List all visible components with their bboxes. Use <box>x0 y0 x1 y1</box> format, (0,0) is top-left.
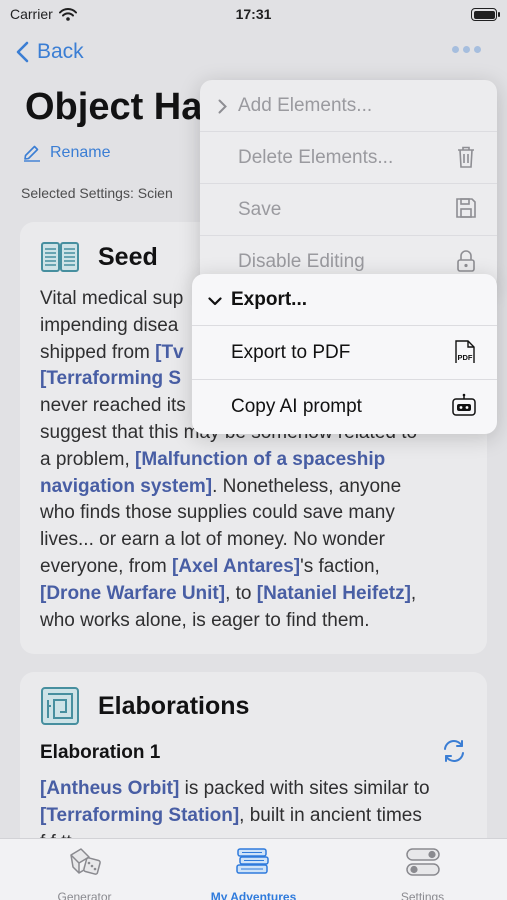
save-icon <box>456 198 476 218</box>
tab-generator[interactable]: Generator <box>0 845 169 900</box>
menu-item-export[interactable]: Export... <box>192 274 497 326</box>
tab-label: Settings <box>400 890 445 900</box>
menu-item-copy-ai-prompt[interactable]: Copy AI prompt <box>192 380 497 434</box>
menu-item-label: Export to PDF <box>231 342 351 363</box>
menu-item-label: Save <box>238 199 282 220</box>
menu-item-label: Copy AI prompt <box>231 396 362 417</box>
menu-item-label: Export... <box>231 289 308 310</box>
export-submenu: Export... Export to PDF PDF Copy AI prom… <box>192 274 497 434</box>
menu-item-label: Delete Elements... <box>238 147 394 168</box>
toggles-icon <box>405 848 440 876</box>
tab-label: Generator <box>57 890 112 900</box>
tab-my-adventures[interactable]: My Adventures <box>169 845 338 900</box>
menu-item-delete-elements[interactable]: Delete Elements... <box>200 132 497 184</box>
pdf-icon: PDF <box>455 340 475 363</box>
chevron-right-icon <box>218 99 227 114</box>
menu-item-export-pdf[interactable]: Export to PDF PDF <box>192 326 497 380</box>
chevron-down-icon <box>208 297 222 306</box>
menu-item-save[interactable]: Save <box>200 184 497 236</box>
tab-settings[interactable]: Settings <box>338 845 507 900</box>
dice-icon <box>69 848 101 875</box>
menu-item-add-elements[interactable]: Add Elements... <box>200 80 497 132</box>
trash-icon <box>458 146 474 168</box>
pdf-icon-text: PDF <box>458 353 473 362</box>
menu-item-label: Disable Editing <box>238 251 365 272</box>
context-menu: Add Elements... Delete Elements... Save … <box>200 80 497 290</box>
tab-bar: Generator My Adventures Settings <box>0 838 507 900</box>
menu-item-label: Add Elements... <box>238 95 373 116</box>
lock-icon <box>457 250 475 272</box>
robot-icon <box>452 393 476 416</box>
books-icon <box>235 848 269 874</box>
tab-label: My Adventures <box>210 890 297 900</box>
